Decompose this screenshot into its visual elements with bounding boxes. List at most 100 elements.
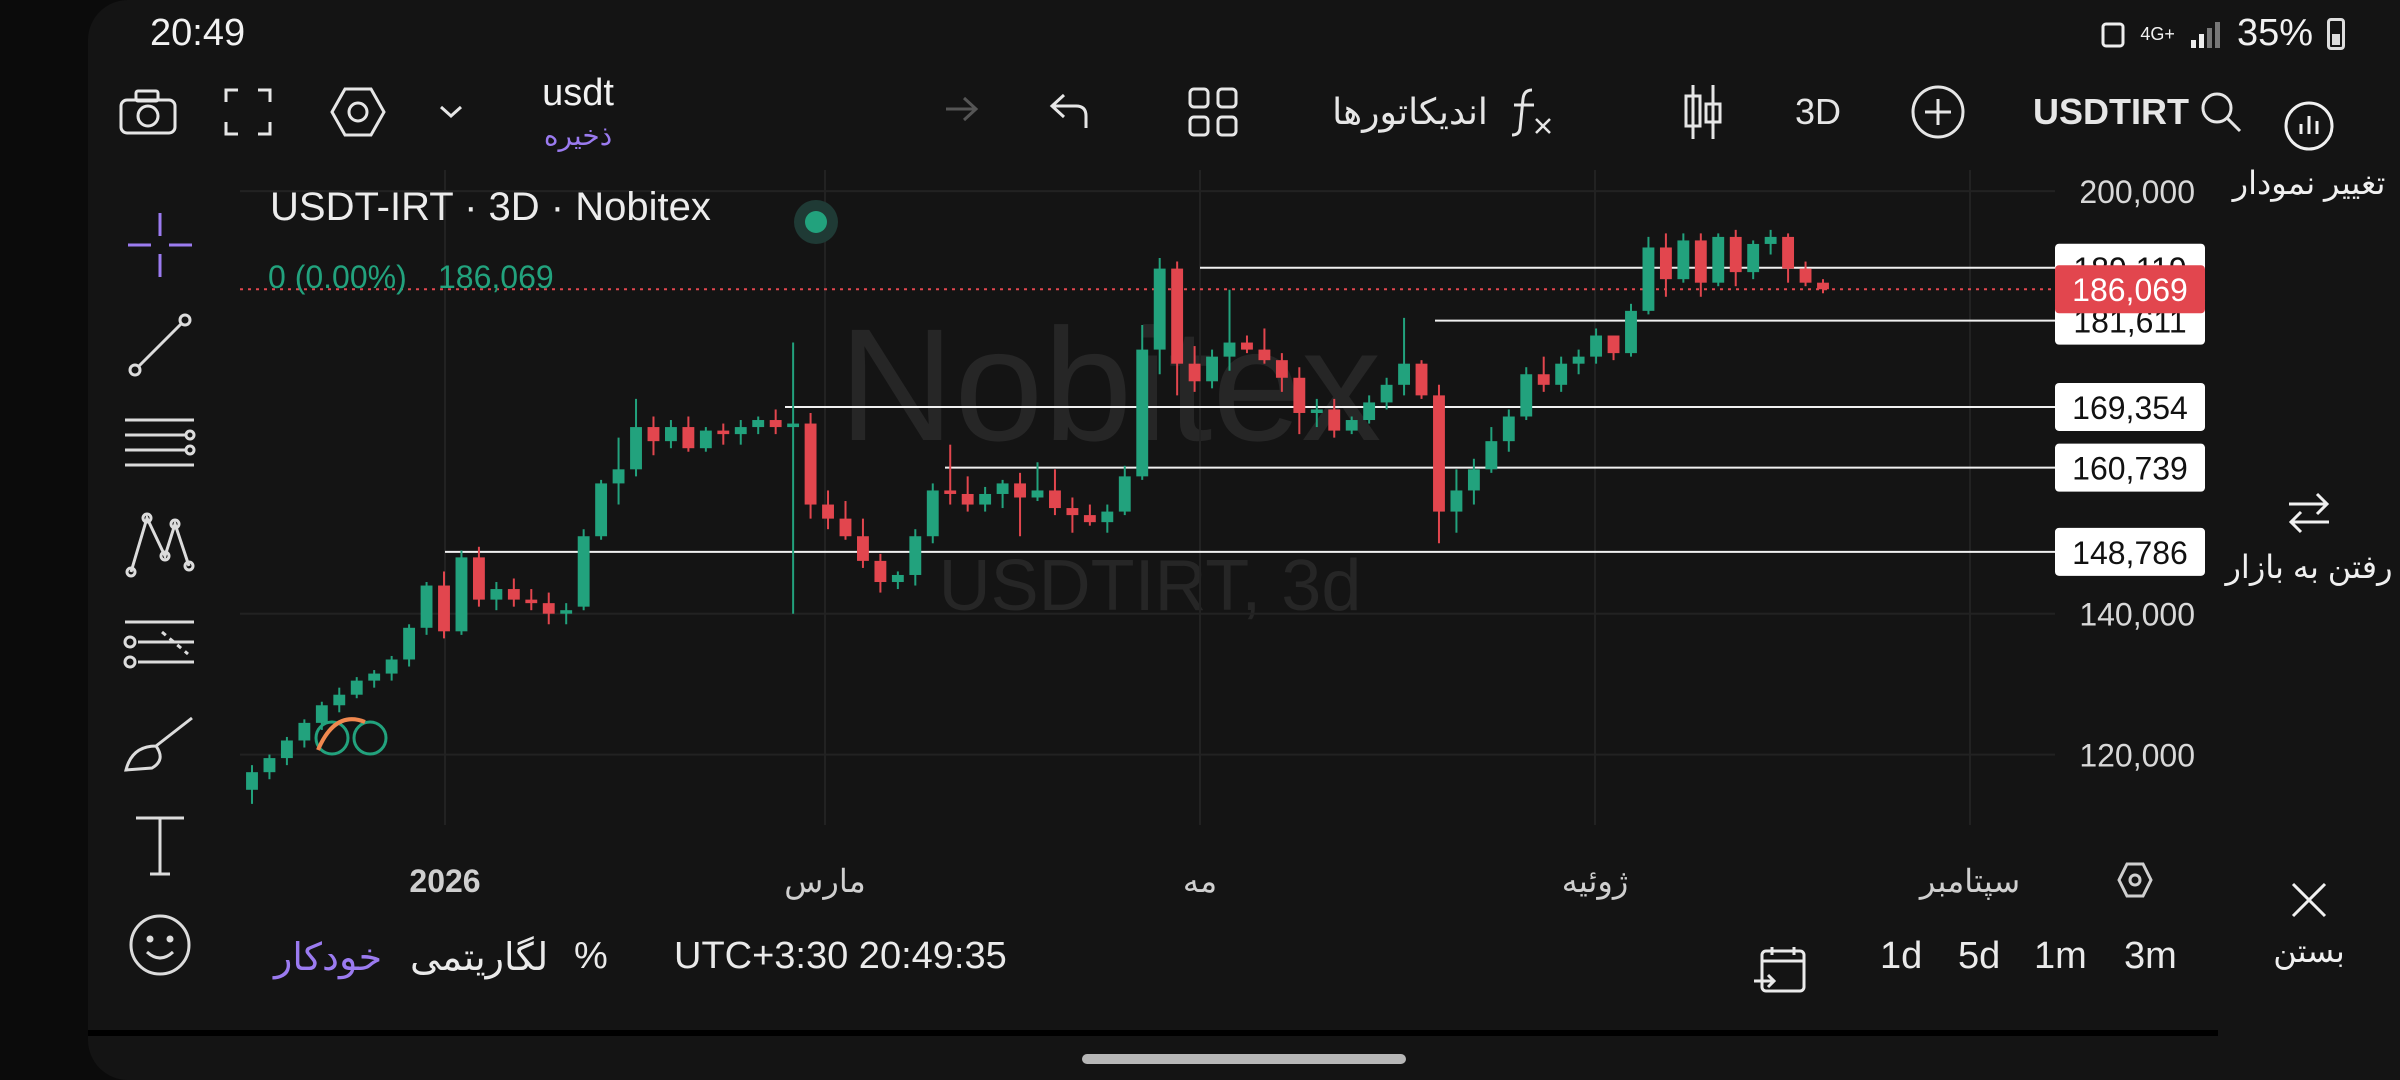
layouts-button[interactable]: [1168, 70, 1258, 154]
percent-scale-toggle[interactable]: %: [574, 935, 608, 978]
camera-icon: [119, 89, 177, 135]
candle: [403, 624, 416, 667]
emoji-tool[interactable]: [120, 905, 200, 985]
chart-type-button[interactable]: [1658, 70, 1748, 154]
bar-chart-icon: [2284, 101, 2334, 151]
candle: [1572, 349, 1585, 375]
candle: [699, 427, 712, 452]
redo-icon: [946, 96, 979, 122]
candle-body: [961, 493, 974, 505]
candle-body: [1782, 236, 1795, 269]
settings-button[interactable]: [316, 70, 400, 154]
fib-tool[interactable]: [120, 405, 200, 485]
text-icon: [136, 816, 184, 876]
candle: [333, 687, 346, 713]
candle-body: [682, 427, 695, 449]
save-label[interactable]: ذخیره: [544, 119, 612, 152]
candle: [891, 571, 904, 590]
candle: [804, 412, 817, 519]
candle: [1747, 240, 1760, 280]
candle: [263, 754, 276, 780]
candle-body: [1363, 402, 1376, 421]
undo-button[interactable]: [1028, 70, 1108, 154]
candle: [490, 582, 503, 611]
candle: [839, 501, 852, 540]
candle-body: [1258, 349, 1271, 361]
candle-body: [804, 423, 817, 505]
interval-button[interactable]: 3D: [1778, 70, 1858, 154]
brush-tool[interactable]: [120, 705, 200, 785]
indicators-button[interactable]: اندیکاتورها: [1273, 70, 1613, 154]
candle-body: [507, 589, 520, 600]
axis-settings-icon[interactable]: [2117, 862, 2153, 898]
layout-name[interactable]: usdt ذخیره: [488, 70, 668, 154]
candle-body: [525, 599, 538, 604]
candle: [1729, 229, 1742, 287]
candle: [996, 479, 1009, 509]
log-scale-toggle[interactable]: لگاریتمی: [410, 935, 548, 980]
crosshair-tool[interactable]: [120, 205, 200, 285]
go-to-market-button[interactable]: رفتن به بازار: [2218, 490, 2400, 586]
battery-icon: [2327, 17, 2345, 50]
candle-body: [280, 740, 293, 759]
auto-scale-toggle[interactable]: خودکار: [274, 935, 382, 980]
candle: [682, 416, 695, 452]
price-chart[interactable]: Nobitex USDTIRT, 3d 189,119181,611169,35…: [240, 170, 2218, 900]
range-1d[interactable]: 1d: [1880, 935, 1922, 978]
candle-body: [1485, 441, 1498, 470]
redo-button[interactable]: [918, 70, 998, 154]
candle-body: [1433, 395, 1445, 512]
candle-body: [420, 585, 433, 628]
candle-body: [1398, 363, 1411, 385]
network-type: 4G+: [2140, 23, 2175, 44]
timezone-clock[interactable]: UTC+3:30 20:49:35: [674, 935, 1007, 978]
candle-body: [263, 758, 276, 773]
camera-button[interactable]: [106, 70, 190, 154]
symbol-dropdown[interactable]: [426, 70, 476, 154]
function-icon: [1511, 88, 1551, 137]
candle-body: [1345, 420, 1358, 431]
status-icons: 4G+ 35%: [2100, 12, 2345, 55]
symbol-name: usdt: [542, 72, 614, 114]
candle-body: [926, 490, 939, 537]
pattern-tool[interactable]: [120, 505, 200, 585]
range-3m[interactable]: 3m: [2124, 935, 2177, 978]
add-circle-icon: [1911, 85, 1965, 139]
candle-body: [717, 430, 730, 435]
candle-body: [1729, 236, 1742, 273]
candle-body: [874, 560, 887, 583]
candle-body: [1450, 490, 1463, 512]
candle: [1712, 233, 1725, 287]
text-tool[interactable]: [120, 805, 200, 885]
range-5d[interactable]: 5d: [1958, 935, 2000, 978]
level-price-label: 148,786: [2072, 535, 2188, 571]
candle-body: [1764, 236, 1777, 244]
go-to-date-button[interactable]: [1752, 945, 1808, 1007]
candle: [1049, 469, 1061, 516]
trendline-tool[interactable]: [120, 305, 200, 385]
candle: [1642, 236, 1655, 315]
candle-body: [1136, 349, 1149, 477]
prediction-tool[interactable]: [120, 605, 200, 685]
chart-title: USDT-IRT · 3D · Nobitex: [270, 185, 711, 229]
candle-body: [1467, 469, 1480, 491]
candle: [1659, 233, 1672, 297]
candle-body: [1415, 363, 1428, 396]
candle: [1799, 261, 1812, 287]
change-chart-button[interactable]: تغییر نمودار: [2218, 100, 2400, 202]
candle: [1083, 504, 1096, 526]
range-1m[interactable]: 1m: [2034, 935, 2087, 978]
bottom-bar: خودکار لگاریتمی % UTC+3:30 20:49:35 1d 5…: [240, 905, 2218, 1035]
candle-body: [1188, 363, 1201, 382]
candle-body: [472, 557, 485, 600]
candle-body: [1328, 409, 1341, 431]
candle: [472, 546, 485, 607]
candle: [1590, 328, 1603, 364]
compare-button[interactable]: [1898, 70, 1978, 154]
candle: [385, 655, 398, 681]
home-indicator[interactable]: [1082, 1054, 1406, 1064]
candle: [926, 483, 939, 544]
fullscreen-button[interactable]: [206, 70, 290, 154]
close-button[interactable]: بستن: [2218, 880, 2400, 970]
candle: [769, 409, 782, 435]
